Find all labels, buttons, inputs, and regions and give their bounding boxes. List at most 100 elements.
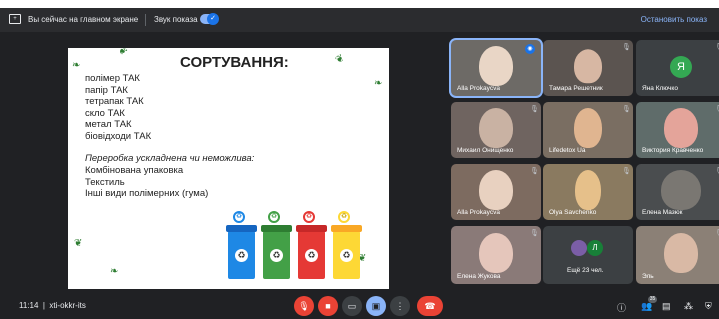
leaf-icon: ❦	[74, 238, 83, 249]
participant-video	[661, 170, 701, 210]
participant-video	[479, 233, 513, 273]
participant-tile[interactable]: ◉ Alla Prokaycva	[451, 40, 541, 96]
recycle-icon: ♻	[338, 211, 350, 223]
list-item: метал ТАК	[85, 119, 132, 130]
participant-name: Эль	[642, 273, 654, 280]
meeting-info: 11:14 | xti-okkr-its	[19, 301, 86, 310]
avatar: Л	[587, 240, 603, 256]
participant-tile[interactable]: Я 🎙 Яна Ключко	[636, 40, 719, 96]
speaking-icon: ◉	[525, 44, 535, 54]
list-item: скло ТАК	[85, 107, 125, 119]
participant-tile[interactable]: 🎙 Olya Savchenko	[543, 164, 633, 220]
recycle-icon: ♻	[303, 211, 315, 223]
participant-video	[574, 49, 602, 84]
leaf-icon: ❧	[72, 60, 81, 71]
participant-name: Виктория Кравченко	[642, 147, 704, 154]
list-item: біовідходи ТАК	[85, 130, 152, 142]
more-options-button[interactable]: ⋮	[390, 296, 410, 316]
chat-icon[interactable]: ▤	[662, 301, 671, 312]
sound-label: Звук показа	[154, 15, 198, 24]
camera-toggle-button[interactable]: ■	[318, 296, 338, 316]
divider	[145, 14, 146, 26]
present-now-button[interactable]: ▣	[366, 296, 386, 316]
participant-name: Елена Мазюк	[642, 209, 683, 216]
red-bin: ♻	[296, 225, 327, 279]
avatar: Я	[670, 56, 692, 78]
participant-video	[479, 108, 513, 148]
present-icon: +	[9, 14, 21, 24]
leave-call-button[interactable]: ☎	[417, 296, 443, 316]
mic-off-icon: 🎙	[622, 44, 631, 51]
security-icon[interactable]: ⛨	[705, 301, 712, 312]
mic-off-icon: 🎙	[622, 106, 631, 113]
participant-name: Olya Savchenko	[549, 209, 597, 216]
captions-icon: ▭	[347, 301, 357, 311]
green-bin: ♻	[261, 225, 292, 279]
leaf-icon: ❦	[333, 52, 347, 67]
meeting-code: xti-okkr-its	[49, 301, 86, 310]
hang-up-icon: ☎	[424, 301, 436, 311]
sound-toggle[interactable]: ✓	[200, 13, 219, 25]
list-item: Інші види полімерних (гума)	[85, 188, 209, 199]
blue-bin: ♻	[226, 225, 257, 279]
recyclable-list: полімер ТАК папір ТАК тетрапак ТАК скло …	[85, 73, 151, 142]
recycle-icon: ♻	[233, 211, 245, 223]
participant-video	[664, 108, 698, 148]
participant-name: Lifedetox Ua	[549, 147, 586, 154]
mic-off-icon: 🎙	[715, 168, 719, 176]
yellow-bin: ♻	[331, 225, 362, 279]
participant-name: Михаил Онищенко	[457, 147, 514, 154]
participant-name: Тамара Решетник	[549, 85, 603, 92]
hard-list: Комбінована упаковка Текстиль Інші види …	[85, 165, 208, 200]
recycling-bins-illustration: ♻ ♻ ♻ ♻ ♻ ♻ ♻ ♻	[226, 211, 366, 283]
leaf-icon: ❦	[115, 48, 129, 59]
participant-video	[664, 233, 698, 273]
list-item: полімер ТАК	[85, 73, 140, 84]
mic-off-icon: 🎙	[715, 44, 719, 52]
more-icon: ⋮	[395, 301, 405, 311]
participant-tile[interactable]: 🎙 Елена Мазюк	[636, 164, 719, 220]
present-status: Вы сейчас на главном экране	[28, 15, 139, 24]
participant-video	[479, 46, 513, 86]
list-item: Текстиль	[85, 176, 125, 188]
captions-button[interactable]: ▭	[342, 296, 362, 316]
shared-slide: СОРТУВАННЯ: полімер ТАК папір ТАК тетрап…	[68, 48, 389, 289]
list-item: тетрапак ТАК	[85, 96, 144, 107]
more-participants-tile[interactable]: Л Ещё 23 чел.	[543, 226, 633, 284]
participant-tile[interactable]: 🎙 Михаил Онищенко	[451, 102, 541, 158]
presenting-bar: + Вы сейчас на главном экране Звук показ…	[0, 8, 719, 32]
leaf-icon: ❧	[374, 78, 383, 89]
list-item: Комбінована упаковка	[85, 165, 184, 176]
people-icon[interactable]: 👥	[641, 301, 652, 312]
slide-subheading: Переробка ускладнена чи неможлива:	[85, 153, 255, 164]
mic-off-icon: 🎙	[530, 168, 539, 175]
mic-off-icon: 🎙	[715, 106, 719, 114]
recycle-icon: ♻	[268, 211, 280, 223]
participant-tile[interactable]: 🎙 Alla Prokaycva	[451, 164, 541, 220]
avatar	[571, 240, 587, 256]
stop-presenting-button[interactable]: Остановить показ	[641, 15, 707, 24]
activities-icon[interactable]: ⁂	[684, 301, 693, 312]
mic-toggle-button[interactable]: 🎙	[294, 296, 314, 316]
participant-tile[interactable]: 🎙 Lifedetox Ua	[543, 102, 633, 158]
participant-name: Яна Ключко	[642, 85, 678, 92]
camera-off-icon: ■	[325, 301, 331, 311]
present-now-icon: ▣	[371, 301, 381, 311]
info-icon[interactable]: ⓘ	[617, 301, 626, 314]
check-icon: ✓	[207, 13, 219, 25]
mic-off-icon: 🎙	[715, 230, 719, 238]
slide-title: СОРТУВАННЯ:	[180, 54, 289, 71]
leaf-icon: ❧	[110, 266, 119, 277]
participant-tile[interactable]: 🎙 Виктория Кравченко	[636, 102, 719, 158]
mic-off-icon: 🎙	[530, 230, 539, 237]
control-bar: 11:14 | xti-okkr-its 🎙 ■ ▭ ▣ ⋮ ☎ ⓘ 35 👥 …	[0, 292, 719, 319]
mic-off-icon: 🎙	[298, 301, 310, 311]
participant-video	[574, 108, 602, 148]
mic-off-icon: 🎙	[622, 168, 631, 175]
participant-name: Alla Prokaycva	[457, 209, 500, 216]
participant-tile[interactable]: 🎙 Елена Жукова	[451, 226, 541, 284]
mic-off-icon: 🎙	[530, 106, 539, 113]
participant-tile[interactable]: 🎙 Тамара Решетник	[543, 40, 633, 96]
participant-tile[interactable]: 🎙 Эль	[636, 226, 719, 284]
participant-name: Alla Prokaycva	[457, 85, 500, 92]
